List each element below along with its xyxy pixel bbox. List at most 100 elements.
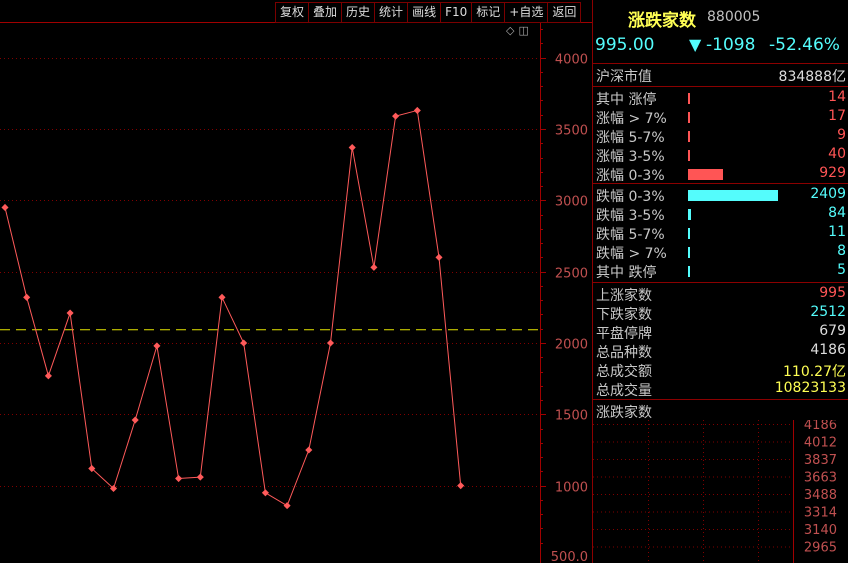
stat-bar: [688, 93, 690, 104]
stat-value: 10823133: [774, 380, 846, 396]
stat-bar: [688, 209, 691, 220]
divider: [593, 63, 848, 64]
stat-bar: [688, 247, 690, 258]
y-tick-label: 3000: [555, 195, 588, 210]
data-point: [23, 293, 31, 301]
mini-tick-label: 4012: [804, 436, 837, 451]
index-change: -1098: [706, 35, 756, 55]
divider: [593, 183, 848, 184]
stat-value: 8: [837, 243, 846, 259]
series-layer: [1, 106, 465, 510]
stat-row: 涨幅 3-5% 40: [596, 146, 846, 165]
toolbar-button[interactable]: 复权: [275, 2, 310, 23]
data-point: [457, 482, 465, 490]
y-bottom-label: 500.0: [551, 550, 588, 563]
y-tick-label: 1000: [555, 481, 588, 496]
stat-row: 上涨家数 995: [596, 285, 846, 304]
index-name: 涨跌家数: [628, 11, 696, 31]
stat-bar: [688, 112, 690, 123]
data-point: [413, 106, 421, 114]
data-point: [240, 339, 248, 347]
window-icon[interactable]: ◫: [518, 24, 528, 37]
stat-value: 995: [819, 285, 846, 301]
y-tick-label: 3500: [555, 124, 588, 139]
data-point: [44, 372, 52, 380]
y-axis: 4000 3500 3000 2500 2000 1500 1000 500.0: [540, 22, 588, 563]
diamond-icon[interactable]: ◇: [506, 24, 514, 37]
stat-label: 总品种数: [596, 345, 652, 361]
data-point: [283, 502, 291, 510]
toolbar-button[interactable]: 标记: [471, 2, 506, 23]
index-code: 880005: [707, 9, 761, 25]
mini-tick-label: 2965: [804, 541, 837, 556]
mini-tick-label: 3140: [804, 523, 837, 538]
series-line: [4, 109, 462, 507]
stat-row: 下跌家数 2512: [596, 304, 846, 323]
corner-icons: ◇ ◫: [506, 24, 533, 37]
mini-tick-label: 3314: [804, 506, 837, 521]
mini-tick-label: 3663: [804, 471, 837, 486]
data-point: [218, 293, 226, 301]
stat-row: 其中 涨停 14: [596, 89, 846, 108]
mini-chart[interactable]: 4186 4012 3837 3663 3488 3314 3140 2965: [593, 420, 848, 563]
main-chart[interactable]: 4000 3500 3000 2500 2000 1500 1000 500.0 复权 叠加 历史…: [0, 0, 592, 563]
divider: [593, 86, 848, 87]
stat-row: 跌幅 > 7% 8: [596, 243, 846, 262]
stat-row: 总成交量 10823133: [596, 380, 846, 399]
stat-row: 涨幅 0-3% 929: [596, 165, 846, 184]
data-point: [131, 416, 139, 424]
divider: [593, 399, 848, 400]
toolbar-button[interactable]: 画线: [407, 2, 442, 23]
stat-value: 679: [819, 323, 846, 339]
stat-label: 下跌家数: [596, 307, 652, 323]
market-cap-value: 834888亿: [778, 69, 846, 85]
stat-row: 涨幅 5-7% 9: [596, 127, 846, 146]
stat-row: 跌幅 3-5% 84: [596, 205, 846, 224]
y-tick-label: 1500: [555, 409, 588, 424]
index-change-pct: -52.46%: [769, 35, 840, 55]
toolbar-button[interactable]: +自选: [504, 2, 549, 23]
toolbar-button[interactable]: 叠加: [308, 2, 343, 23]
stat-row: 涨幅 > 7% 17: [596, 108, 846, 127]
stat-label: 上涨家数: [596, 288, 652, 304]
stat-label: 跌幅 > 7%: [596, 246, 667, 262]
toolbar-button[interactable]: 历史: [341, 2, 376, 23]
stat-row: 其中 跌停 5: [596, 262, 846, 281]
stat-value: 110.27亿: [783, 364, 846, 380]
data-point: [305, 446, 313, 454]
stat-bar: [688, 190, 778, 201]
data-point: [370, 263, 378, 271]
mini-tick-label: 3837: [804, 453, 837, 468]
toolbar-button[interactable]: F10: [440, 2, 473, 23]
toolbar-button[interactable]: 返回: [547, 2, 582, 23]
stat-value: 9: [837, 127, 846, 143]
data-point: [348, 144, 356, 152]
y-tick-label: 4000: [555, 53, 588, 68]
stat-value: 84: [828, 205, 846, 221]
data-point: [392, 112, 400, 120]
stat-bar: [688, 150, 690, 161]
stat-label: 跌幅 3-5%: [596, 208, 665, 224]
data-point: [435, 253, 443, 261]
stat-value: 14: [828, 89, 846, 105]
data-point: [1, 203, 9, 212]
line-chart-svg: 4000 3500 3000 2500 2000 1500 1000 500.0: [0, 22, 592, 563]
toolbar-button[interactable]: 统计: [374, 2, 409, 23]
stat-label: 涨幅 3-5%: [596, 149, 665, 165]
stat-row: 总品种数 4186: [596, 342, 846, 361]
stat-label: 其中 跌停: [596, 265, 657, 281]
stat-label: 其中 涨停: [596, 92, 657, 108]
stat-row: 平盘停牌 679: [596, 323, 846, 342]
stat-value: 929: [819, 165, 846, 181]
divider: [593, 282, 848, 283]
stat-value: 5: [837, 262, 846, 278]
stat-label: 涨幅 0-3%: [596, 168, 665, 184]
data-point: [175, 474, 183, 483]
grid-layer: [0, 22, 592, 487]
stat-value: 2409: [810, 186, 846, 202]
down-arrow-icon: ▼: [689, 35, 702, 54]
toolbar: 复权 叠加 历史 统计 画线 F10 标记 +自选 返回: [275, 2, 582, 23]
stat-label: 涨幅 > 7%: [596, 111, 667, 127]
index-price: 995.00: [595, 35, 655, 55]
stat-label: 跌幅 0-3%: [596, 189, 665, 205]
